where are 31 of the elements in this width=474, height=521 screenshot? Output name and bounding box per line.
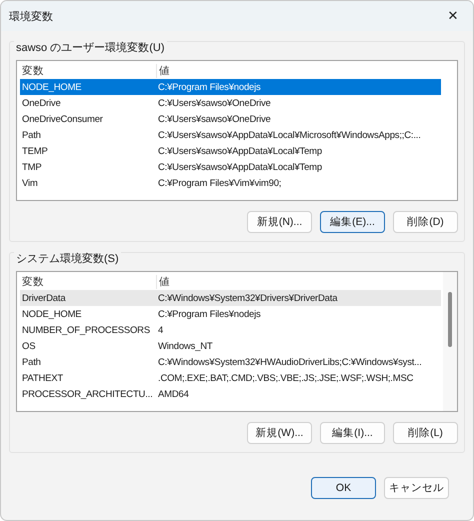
action-button[interactable]: 新規(W)... xyxy=(247,422,312,444)
window-title: 環境変数 xyxy=(9,10,53,24)
list-row[interactable]: OneDrive C:¥Users¥sawso¥OneDrive xyxy=(20,95,441,111)
dialog-button[interactable]: OK xyxy=(311,477,376,499)
close-button[interactable]: ✕ xyxy=(433,1,473,31)
list-row[interactable]: PATHEXT .COM;.EXE;.BAT;.CMD;.VBS;.VBE;.JS;.JSE;.WSF;.WSH;.MSC xyxy=(20,370,441,386)
scrollbar[interactable] xyxy=(443,272,457,411)
action-button[interactable]: 編集(E)... xyxy=(320,211,385,233)
list-row[interactable]: Path C:¥Users¥sawso¥AppData¥Local¥Microsoft¥WindowsApps;;C:... xyxy=(20,127,441,143)
list-row[interactable]: Vim C:¥Program Files¥Vim¥vim90; xyxy=(20,175,441,191)
column-header[interactable]: 値 xyxy=(157,64,441,78)
list-row[interactable]: PROCESSOR_ARCHITECTU... AMD64 xyxy=(20,386,441,402)
group-label: sawso のユーザー環境変数(U) xyxy=(14,40,167,55)
list-row[interactable]: OS Windows_NT xyxy=(20,338,441,354)
list-row[interactable]: OneDriveConsumer C:¥Users¥sawso¥OneDrive xyxy=(20,111,441,127)
action-button[interactable]: 削除(D) xyxy=(393,211,458,233)
column-header[interactable]: 変数 xyxy=(20,64,157,78)
action-button[interactable]: 削除(L) xyxy=(393,422,458,444)
action-button[interactable]: 編集(I)... xyxy=(320,422,385,444)
list-row[interactable]: TMP C:¥Users¥sawso¥AppData¥Local¥Temp xyxy=(20,159,441,175)
action-button[interactable]: 新規(N)... xyxy=(247,211,312,233)
column-header[interactable]: 値 xyxy=(157,274,441,288)
list-row[interactable]: DriverData C:¥Windows¥System32¥Drivers¥DriverData xyxy=(20,290,441,306)
dialog-button[interactable]: キャンセル xyxy=(384,477,449,499)
list-row[interactable]: NODE_HOME C:¥Program Files¥nodejs xyxy=(20,79,441,95)
list-row[interactable]: Path C:¥Windows¥System32¥HWAudioDriverLibs;C:¥Windows¥syst... xyxy=(20,354,441,370)
list-row[interactable]: TEMP C:¥Users¥sawso¥AppData¥Local¥Temp xyxy=(20,143,441,159)
group-label: システム環境変数(S) xyxy=(14,251,121,266)
column-header[interactable]: 変数 xyxy=(20,274,157,288)
list-row[interactable]: NODE_HOME C:¥Program Files¥nodejs xyxy=(20,306,441,322)
list-row[interactable]: NUMBER_OF_PROCESSORS 4 xyxy=(20,322,441,338)
